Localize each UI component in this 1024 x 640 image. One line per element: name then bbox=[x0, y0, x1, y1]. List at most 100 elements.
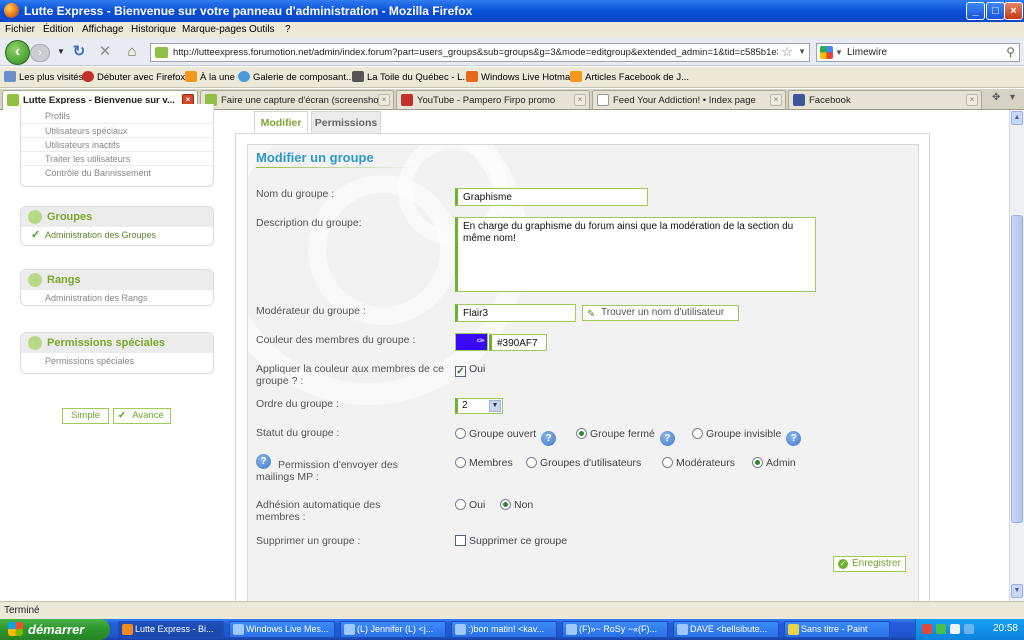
status-open-radio[interactable]: Groupe ouvert? bbox=[455, 428, 557, 446]
group-color-input[interactable]: #390AF7 bbox=[489, 334, 547, 351]
group-moderator-input[interactable]: Flair3 bbox=[455, 304, 576, 322]
scrollbar-thumb[interactable] bbox=[1011, 215, 1023, 523]
tray-network-icon[interactable] bbox=[964, 624, 974, 634]
close-button[interactable]: × bbox=[1004, 2, 1023, 20]
page-scrollbar[interactable]: ▲ ▼ bbox=[1009, 110, 1024, 601]
sidebar-item-profils[interactable]: Profils bbox=[21, 109, 213, 123]
reload-icon[interactable]: ↻ bbox=[70, 43, 88, 61]
radio-unchecked[interactable] bbox=[662, 457, 673, 468]
bookmark-most-visited[interactable]: Les plus visités bbox=[4, 71, 83, 83]
help-icon[interactable]: ? bbox=[786, 431, 802, 446]
group-order-select[interactable]: 2 ▼ bbox=[455, 398, 503, 414]
find-username-button[interactable]: ✎ Trouver un nom d'utilisateur bbox=[582, 305, 739, 321]
sidebar-item-ban-control[interactable]: Contrôle du Bannissement bbox=[21, 165, 213, 179]
engine-dropdown-icon[interactable]: ▼ bbox=[835, 48, 843, 57]
back-button[interactable]: ‹ bbox=[5, 40, 30, 65]
radio-checked[interactable] bbox=[500, 499, 511, 510]
search-icon[interactable]: ⚲ bbox=[1006, 45, 1015, 59]
bookmark-news[interactable]: À la une bbox=[185, 71, 235, 83]
help-icon[interactable]: ? bbox=[541, 431, 557, 446]
menu-help[interactable]: ? bbox=[285, 24, 291, 35]
tab-feed-addiction[interactable]: Feed Your Addiction! • Index page × bbox=[592, 90, 786, 109]
group-description-textarea[interactable]: En charge du graphisme du forum ainsi qu… bbox=[455, 217, 816, 292]
mailing-admin-radio[interactable]: Admin bbox=[752, 457, 796, 469]
sidebar-item-special-permissions[interactable]: Permissions spéciales bbox=[21, 354, 213, 368]
taskbar-item-firefox[interactable]: Lutte Express - Bi... bbox=[118, 621, 224, 638]
help-icon[interactable]: ? bbox=[659, 431, 675, 446]
sidebar-item-group-admin[interactable]: ✓ Administration des Groupes bbox=[21, 228, 213, 242]
auto-join-no-radio[interactable]: Non bbox=[500, 499, 533, 511]
mailing-members-radio[interactable]: Membres bbox=[455, 457, 513, 469]
taskbar-item-chat-jennifer[interactable]: (L) Jennifer (L) <j... bbox=[340, 621, 446, 638]
mailing-user-groups-radio[interactable]: Groupes d'utilisateurs bbox=[526, 457, 641, 469]
url-bar[interactable]: http://lutteexpress.forumotion.net/admin… bbox=[150, 43, 810, 62]
menu-affichage[interactable]: Affichage bbox=[82, 24, 124, 35]
bookmark-toile-quebec[interactable]: La Toile du Québec - L... bbox=[352, 71, 470, 83]
tab-permissions[interactable]: Permissions bbox=[311, 111, 381, 133]
bookmark-getting-started[interactable]: Débuter avec Firefox bbox=[82, 71, 185, 83]
stop-icon[interactable]: ✕ bbox=[96, 43, 114, 61]
radio-unchecked[interactable] bbox=[526, 457, 537, 468]
tab-facebook[interactable]: Facebook × bbox=[788, 90, 982, 109]
home-icon[interactable]: ⌂ bbox=[123, 43, 141, 61]
sidebar-item-special-users[interactable]: Utilisateurs spéciaux bbox=[21, 123, 213, 137]
status-invisible-radio[interactable]: Groupe invisible? bbox=[692, 428, 802, 446]
scroll-up-icon[interactable]: ▲ bbox=[1011, 111, 1023, 125]
tray-volume-icon[interactable] bbox=[950, 624, 960, 634]
radio-unchecked[interactable] bbox=[455, 499, 466, 510]
google-engine-icon[interactable] bbox=[820, 46, 833, 59]
tray-messenger-icon[interactable] bbox=[936, 624, 946, 634]
tab-close-icon[interactable]: × bbox=[770, 94, 782, 106]
delete-group-checkbox[interactable]: Supprimer ce groupe bbox=[455, 535, 567, 547]
history-dropdown-icon[interactable]: ▼ bbox=[52, 43, 70, 61]
group-name-input[interactable]: Graphisme bbox=[455, 188, 648, 206]
bookmark-star-icon[interactable]: ☆ bbox=[781, 44, 793, 60]
tab-modify[interactable]: Modifier bbox=[254, 111, 308, 133]
taskbar-item-chat-dave[interactable]: DAVE <bellsibute... bbox=[673, 621, 779, 638]
start-button[interactable]: démarrer bbox=[0, 619, 110, 640]
auto-join-yes-radio[interactable]: Oui bbox=[455, 499, 485, 511]
sidebar-item-rank-admin[interactable]: Administration des Rangs bbox=[21, 291, 213, 305]
bookmark-gallery[interactable]: Galerie de composant... bbox=[238, 71, 354, 83]
menu-edition[interactable]: Édition bbox=[43, 24, 74, 35]
tab-close-icon[interactable]: × bbox=[966, 94, 978, 106]
bookmark-facebook-articles[interactable]: Articles Facebook de J... bbox=[570, 71, 689, 83]
url-dropdown-icon[interactable]: ▼ bbox=[798, 47, 806, 56]
checkbox-checked[interactable]: ✓ bbox=[455, 366, 466, 377]
radio-unchecked[interactable] bbox=[455, 457, 466, 468]
window-titlebar[interactable]: Lutte Express - Bienvenue sur votre pann… bbox=[0, 0, 1024, 22]
color-swatch-button[interactable]: ✑ bbox=[455, 333, 488, 351]
tab-screenshot[interactable]: Faire une capture d'écran (screenshot) × bbox=[200, 90, 394, 109]
tray-antivirus-icon[interactable] bbox=[922, 624, 932, 634]
menu-marque-pages[interactable]: Marque-pages bbox=[182, 24, 246, 35]
bookmark-hotmail[interactable]: Windows Live Hotmail bbox=[466, 71, 574, 83]
sidebar-item-inactive-users[interactable]: Utilisateurs inactifs bbox=[21, 137, 213, 151]
taskbar-item-live-messenger[interactable]: Windows Live Mes... bbox=[229, 621, 335, 638]
menu-outils[interactable]: Outils bbox=[249, 24, 275, 35]
search-input[interactable]: Limewire bbox=[847, 47, 887, 58]
simple-mode-button[interactable]: Simple bbox=[62, 408, 109, 424]
tab-scroll-icon[interactable]: ✥ bbox=[992, 92, 1000, 103]
menu-fichier[interactable]: Fichier bbox=[5, 24, 35, 35]
status-closed-radio[interactable]: Groupe fermé? bbox=[576, 428, 675, 446]
apply-color-checkbox[interactable]: ✓ Oui bbox=[455, 363, 485, 377]
radio-unchecked[interactable] bbox=[692, 428, 703, 439]
minimize-button[interactable]: _ bbox=[966, 2, 985, 20]
tab-close-icon[interactable]: × bbox=[378, 94, 390, 106]
advanced-mode-button[interactable]: ✓ Avancé bbox=[113, 408, 171, 424]
radio-unchecked[interactable] bbox=[455, 428, 466, 439]
save-button[interactable]: ✓ Enregistrer bbox=[833, 556, 906, 572]
radio-checked[interactable] bbox=[576, 428, 587, 439]
tab-youtube[interactable]: YouTube - Pampero Firpo promo × bbox=[396, 90, 590, 109]
maximize-button[interactable]: □ bbox=[986, 2, 1005, 20]
checkbox-unchecked[interactable] bbox=[455, 535, 466, 546]
scroll-down-icon[interactable]: ▼ bbox=[1011, 584, 1023, 598]
tab-list-icon[interactable]: ▾ bbox=[1010, 92, 1015, 103]
menu-historique[interactable]: Historique bbox=[131, 24, 176, 35]
taskbar-item-chat-kav[interactable]: :)bon matin! <kav... bbox=[451, 621, 557, 638]
chevron-down-icon[interactable]: ▼ bbox=[489, 400, 501, 412]
mailing-moderators-radio[interactable]: Modérateurs bbox=[662, 457, 735, 469]
tab-close-icon[interactable]: × bbox=[574, 94, 586, 106]
search-bar[interactable]: ▼ Limewire ⚲ bbox=[816, 43, 1020, 62]
taskbar-item-chat-rosy[interactable]: (F)»~ RoSy ~«(F)... bbox=[562, 621, 668, 638]
